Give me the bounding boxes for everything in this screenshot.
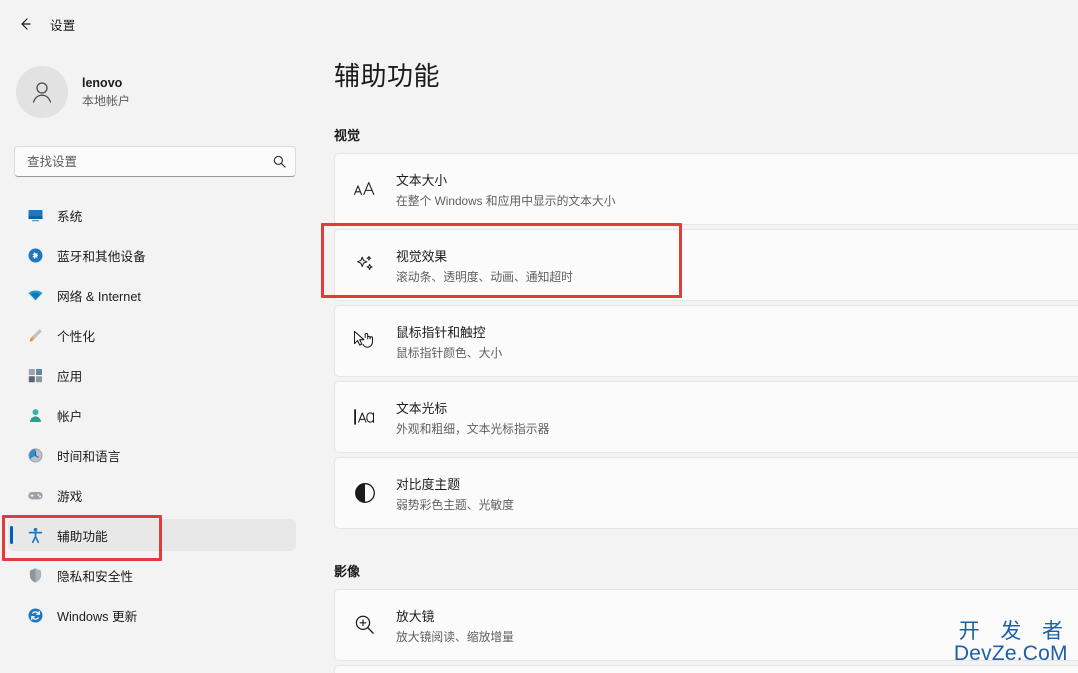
sidebar-item-personalization[interactable]: 个性化 — [8, 319, 296, 351]
settings-window: 设置 lenovo 本地帐户 查找设置 系统 蓝牙和其他设备 网络 & Inte… — [0, 0, 1078, 673]
card-title: 文本光标 — [396, 400, 448, 416]
card-color-filters[interactable]: 颜色滤镜 — [334, 665, 1078, 673]
text-cursor-icon — [352, 404, 378, 430]
card-subtitle: 滚动条、透明度、动画、通知超时 — [396, 269, 573, 284]
contrast-icon — [352, 480, 378, 506]
watermark-line-2: DevZe.CoM — [953, 641, 1068, 665]
apps-icon — [27, 367, 44, 384]
sidebar-item-accessibility[interactable]: 辅助功能 — [8, 519, 296, 551]
card-subtitle: 在整个 Windows 和应用中显示的文本大小 — [396, 193, 616, 208]
account-type: 本地帐户 — [82, 93, 131, 108]
sidebar: 设置 lenovo 本地帐户 查找设置 系统 蓝牙和其他设备 网络 & Inte… — [0, 0, 312, 673]
search-input[interactable] — [27, 147, 272, 176]
brush-icon — [27, 327, 44, 344]
sidebar-item-label: 时间和语言 — [57, 449, 121, 464]
card-contrast-themes[interactable]: 对比度主题 弱势彩色主题、光敏度 — [334, 457, 1078, 529]
wifi-icon — [27, 287, 44, 304]
section-heading-vision: 视觉 — [334, 128, 361, 143]
text-size-icon — [352, 176, 378, 202]
sidebar-item-windows-update[interactable]: Windows 更新 — [8, 599, 296, 631]
mouse-pointer-icon — [352, 328, 378, 354]
card-title: 视觉效果 — [396, 248, 448, 264]
watermark: 开 发 者 DevZe.CoM — [952, 618, 1070, 665]
search-box[interactable] — [14, 146, 296, 177]
sidebar-nav: 系统 蓝牙和其他设备 网络 & Internet 个性化 应用 帐户 时间和语言… — [0, 199, 312, 631]
card-title: 鼠标指针和触控 — [396, 324, 486, 340]
card-subtitle: 放大镜阅读、缩放增量 — [396, 629, 514, 644]
window-title: 设置 — [50, 18, 76, 33]
card-subtitle: 弱势彩色主题、光敏度 — [396, 497, 514, 512]
sidebar-item-label: 隐私和安全性 — [57, 569, 134, 584]
sidebar-item-time-language[interactable]: 时间和语言 — [8, 439, 296, 471]
sidebar-item-label: 辅助功能 — [57, 529, 108, 544]
card-subtitle: 外观和粗细，文本光标指示器 — [396, 421, 550, 436]
sidebar-item-accounts[interactable]: 帐户 — [8, 399, 296, 431]
card-title: 文本大小 — [396, 172, 448, 188]
sidebar-item-gaming[interactable]: 游戏 — [8, 479, 296, 511]
sidebar-item-label: 蓝牙和其他设备 — [57, 249, 146, 264]
titlebar: 设置 — [0, 0, 312, 48]
page-title: 辅助功能 — [334, 61, 441, 91]
sidebar-item-label: 应用 — [57, 369, 83, 384]
monitor-icon — [27, 207, 44, 224]
card-mouse-pointer[interactable]: 鼠标指针和触控 鼠标指针颜色、大小 — [334, 305, 1078, 377]
sidebar-item-network[interactable]: 网络 & Internet — [8, 279, 296, 311]
sidebar-item-label: 帐户 — [57, 409, 83, 424]
person-icon — [27, 407, 44, 424]
avatar — [16, 66, 68, 118]
card-text-cursor[interactable]: 文本光标 外观和粗细，文本光标指示器 — [334, 381, 1078, 453]
main-content: 辅助功能 视觉 文本大小 在整个 Windows 和应用中显示的文本大小 视觉效… — [312, 0, 1078, 673]
card-text-size[interactable]: 文本大小 在整个 Windows 和应用中显示的文本大小 — [334, 153, 1078, 225]
accessibility-icon — [27, 527, 44, 544]
account-name: lenovo — [82, 75, 123, 90]
clock-icon — [27, 447, 44, 464]
sidebar-item-label: 游戏 — [57, 489, 83, 504]
shield-icon — [27, 567, 44, 584]
search-icon[interactable] — [272, 154, 287, 169]
sidebar-item-label: 网络 & Internet — [57, 289, 141, 304]
sidebar-item-bluetooth[interactable]: 蓝牙和其他设备 — [8, 239, 296, 271]
sidebar-item-label: 个性化 — [57, 329, 96, 344]
sidebar-item-apps[interactable]: 应用 — [8, 359, 296, 391]
sidebar-item-privacy[interactable]: 隐私和安全性 — [8, 559, 296, 591]
section-heading-imaging: 影像 — [334, 564, 361, 579]
update-icon — [27, 607, 44, 624]
sidebar-item-system[interactable]: 系统 — [8, 199, 296, 231]
gamepad-icon — [27, 487, 44, 504]
sidebar-item-label: Windows 更新 — [57, 609, 138, 624]
watermark-line-1: 开 发 者 — [958, 618, 1070, 643]
magnifier-icon — [352, 612, 378, 638]
section-cards-vision: 文本大小 在整个 Windows 和应用中显示的文本大小 视觉效果 滚动条、透明… — [322, 153, 1078, 529]
card-title: 对比度主题 — [396, 476, 460, 492]
card-subtitle: 鼠标指针颜色、大小 — [396, 345, 503, 360]
sidebar-item-label: 系统 — [57, 209, 83, 224]
card-title: 放大镜 — [396, 608, 435, 624]
sparkle-icon — [352, 252, 378, 278]
back-button[interactable] — [10, 9, 40, 39]
bluetooth-icon — [27, 247, 44, 264]
account-tile[interactable]: lenovo 本地帐户 — [16, 60, 312, 124]
card-visual-effects[interactable]: 视觉效果 滚动条、透明度、动画、通知超时 — [334, 229, 1078, 301]
